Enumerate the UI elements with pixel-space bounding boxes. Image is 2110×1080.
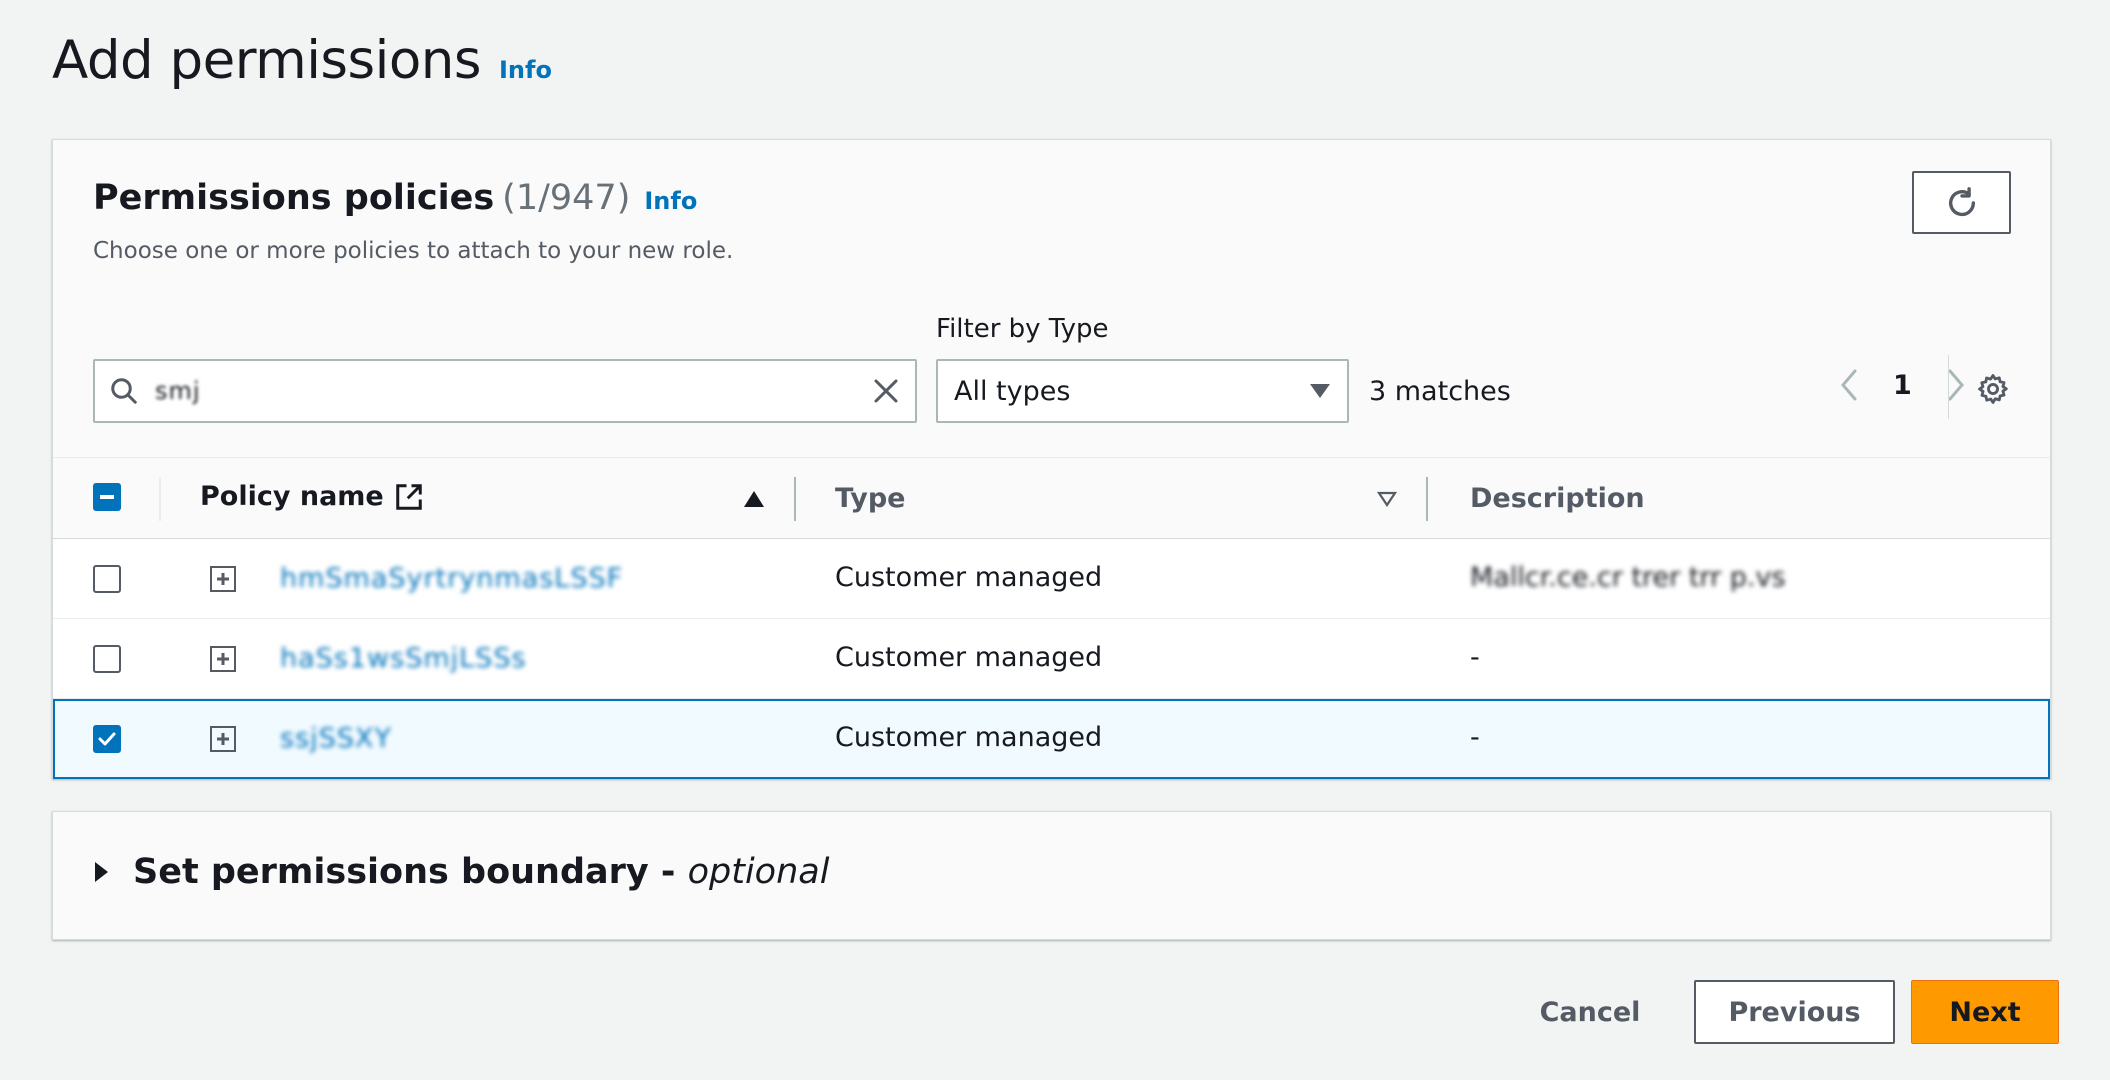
refresh-button[interactable] bbox=[1912, 171, 2011, 234]
policy-name-link[interactable]: hmSmaSyrtrynmasLSSF bbox=[280, 563, 623, 594]
cancel-button[interactable]: Cancel bbox=[1530, 980, 1650, 1044]
sort-icon[interactable] bbox=[1377, 491, 1397, 507]
sort-ascending-icon[interactable] bbox=[743, 490, 765, 508]
indeterminate-icon bbox=[100, 495, 114, 499]
gear-icon bbox=[1978, 374, 2008, 404]
table-row[interactable]: haSs1wsSmjLSSs Customer managed - bbox=[53, 619, 2050, 699]
table-header: Policy name Type Description bbox=[53, 457, 2050, 539]
boundary-optional: optional bbox=[687, 852, 830, 892]
next-button[interactable]: Next bbox=[1911, 980, 2059, 1044]
page-info-link[interactable]: Info bbox=[499, 56, 552, 84]
plus-icon bbox=[217, 573, 229, 585]
panel-header: Permissions policies (1/947) Info Choose… bbox=[93, 178, 733, 264]
pager-divider bbox=[1948, 355, 1949, 419]
policy-type: Customer managed bbox=[835, 562, 1103, 593]
page-number[interactable]: 1 bbox=[1893, 370, 1912, 401]
page-title: Add permissions bbox=[52, 30, 482, 91]
search-input[interactable]: smj bbox=[93, 359, 917, 423]
pagination: 1 bbox=[1839, 368, 1966, 402]
selection-count: (1/947) bbox=[502, 178, 631, 218]
policies-table: Policy name Type Description hmSmaSyrtry… bbox=[53, 457, 2050, 779]
header-divider bbox=[159, 477, 161, 521]
policy-description: - bbox=[1470, 722, 1480, 753]
checkmark-icon bbox=[98, 732, 116, 746]
policy-name-link[interactable]: ssjSSXY bbox=[280, 723, 392, 754]
select-all-checkbox[interactable] bbox=[93, 483, 121, 511]
permissions-policies-panel: Permissions policies (1/947) Info Choose… bbox=[52, 139, 2051, 779]
search-icon bbox=[111, 378, 137, 404]
filter-type-select[interactable]: All types bbox=[936, 359, 1349, 423]
table-row[interactable]: hmSmaSyrtrynmasLSSF Customer managed Mal… bbox=[53, 539, 2050, 619]
chevron-left-icon[interactable] bbox=[1839, 368, 1859, 402]
panel-title: Permissions policies bbox=[93, 178, 495, 218]
filter-by-type-label: Filter by Type bbox=[936, 314, 1109, 344]
panel-description: Choose one or more policies to attach to… bbox=[93, 238, 734, 264]
matches-count: 3 matches bbox=[1369, 376, 1511, 407]
search-value: smj bbox=[155, 377, 201, 405]
column-type[interactable]: Type bbox=[835, 483, 905, 514]
previous-button[interactable]: Previous bbox=[1694, 980, 1895, 1044]
caret-right-icon bbox=[95, 862, 108, 882]
table-settings-button[interactable] bbox=[1976, 372, 2010, 410]
policy-description: - bbox=[1470, 642, 1480, 673]
external-link-icon bbox=[396, 483, 422, 510]
policies-info-link[interactable]: Info bbox=[644, 187, 697, 215]
column-policy-name-label: Policy name bbox=[200, 481, 384, 512]
plus-icon bbox=[217, 653, 229, 665]
policy-type: Customer managed bbox=[835, 722, 1103, 753]
policy-description: Mallcr.ce.cr trer trr p.vs bbox=[1470, 562, 1786, 593]
table-row-selected[interactable]: ssjSSXY Customer managed - bbox=[53, 699, 2050, 779]
row-checkbox[interactable] bbox=[93, 725, 121, 753]
boundary-title: Set permissions boundary - bbox=[133, 852, 676, 892]
header-divider bbox=[794, 477, 796, 521]
row-checkbox[interactable] bbox=[93, 565, 121, 593]
plus-icon bbox=[217, 733, 229, 745]
filter-type-value: All types bbox=[954, 375, 1071, 407]
column-description-label: Description bbox=[1470, 483, 1645, 514]
column-type-label: Type bbox=[835, 483, 906, 514]
expand-row-button[interactable] bbox=[210, 726, 236, 752]
clear-search-icon[interactable] bbox=[871, 376, 901, 406]
expand-row-button[interactable] bbox=[210, 646, 236, 672]
header-divider bbox=[1426, 477, 1428, 521]
refresh-icon bbox=[1948, 186, 1975, 216]
page-header: Add permissions Info bbox=[52, 30, 552, 91]
expand-row-button[interactable] bbox=[210, 566, 236, 592]
column-policy-name[interactable]: Policy name bbox=[200, 481, 424, 512]
policy-name-link[interactable]: haSs1wsSmjLSSs bbox=[280, 643, 527, 674]
column-description: Description bbox=[1470, 483, 1645, 514]
boundary-expander[interactable]: Set permissions boundary - optional bbox=[93, 852, 829, 892]
policy-type: Customer managed bbox=[835, 642, 1103, 673]
caret-down-icon bbox=[1310, 384, 1330, 398]
row-checkbox[interactable] bbox=[93, 645, 121, 673]
permissions-boundary-panel[interactable]: Set permissions boundary - optional bbox=[52, 811, 2051, 940]
